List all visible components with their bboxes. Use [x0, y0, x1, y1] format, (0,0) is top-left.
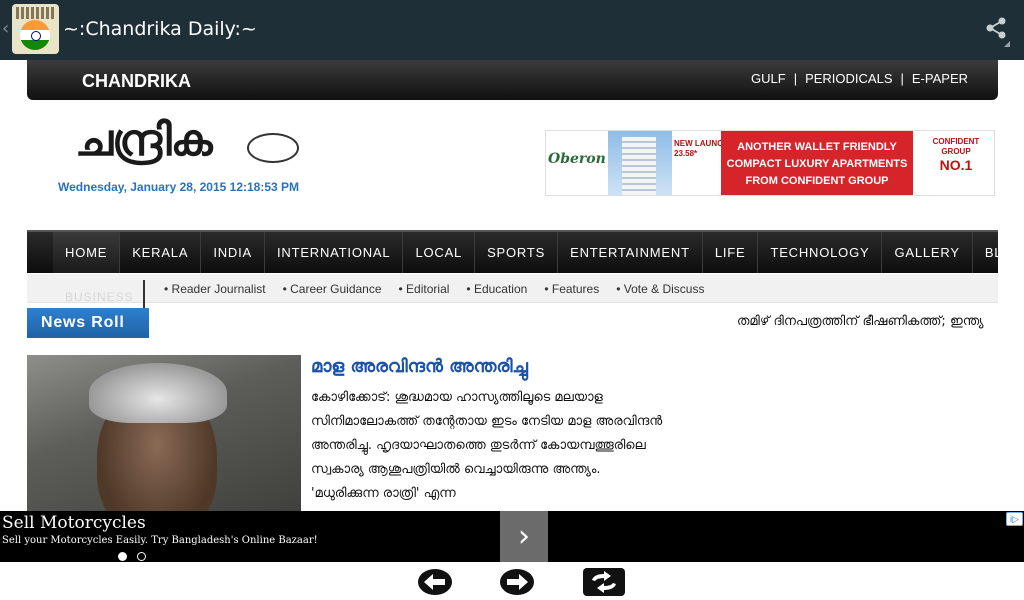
- news-ticker[interactable]: തമിഴ് ദിനപത്രത്തിന് ഭീഷണികത്ത്; ഇന്ത്യ: [737, 314, 999, 332]
- top-links: GULF | PERIODICALS | E-PAPER: [751, 71, 968, 86]
- nav-kerala[interactable]: KERALA: [120, 232, 202, 273]
- news-roll-label: News Roll: [27, 308, 149, 338]
- nav-international[interactable]: INTERNATIONAL: [265, 232, 404, 273]
- refresh-icon[interactable]: [582, 567, 626, 597]
- nav-business[interactable]: BUSINESS: [65, 290, 134, 304]
- nav-entertainment[interactable]: ENTERTAINMENT: [558, 232, 703, 273]
- nav-home[interactable]: HOME: [53, 232, 121, 273]
- link-periodicals[interactable]: PERIODICALS: [805, 71, 892, 86]
- ad-headline: ANOTHER WALLET FRIENDLY COMPACT LUXURY A…: [721, 131, 913, 195]
- pager-dot-active[interactable]: [118, 552, 127, 561]
- article-photo[interactable]: [27, 355, 301, 515]
- current-datetime: Wednesday, January 28, 2015 12:18:53 PM: [58, 180, 300, 194]
- logo-text: ചന്ദ്രിക: [75, 115, 213, 166]
- nav-sports[interactable]: SPORTS: [475, 232, 559, 273]
- back-arrow-icon[interactable]: [416, 567, 454, 597]
- sub-editorial[interactable]: • Editorial: [399, 282, 450, 296]
- sub-nav: BUSINESS • Reader Journalist • Career Gu…: [27, 274, 998, 312]
- link-separator: |: [900, 71, 904, 86]
- nav-gallery[interactable]: GALLERY: [882, 232, 973, 273]
- app-title: ~:Chandrika Daily:~: [63, 18, 257, 40]
- bottom-navigation: [0, 562, 1024, 600]
- article-body: കോഴിക്കോട്: ശുദ്ധമായ ഹാസ്യത്തിലൂടെ മലയാള…: [311, 390, 663, 501]
- site-logo[interactable]: ചന്ദ്രിക: [75, 115, 315, 179]
- sub-vote-discuss[interactable]: • Vote & Discuss: [616, 282, 704, 296]
- nav-blogs[interactable]: BLOGS: [973, 232, 1024, 273]
- sub-features[interactable]: • Features: [544, 282, 599, 296]
- ad-right-tag: NO.1: [939, 157, 973, 173]
- ad-text: Sell your Motorcycles Easily. Try Bangla…: [2, 535, 318, 546]
- article-title[interactable]: മാള അരവിന്ദൻ അന്തരിച്ചു: [311, 356, 528, 377]
- ad-brand: Oberon: [548, 151, 606, 167]
- nav-life[interactable]: LIFE: [703, 232, 759, 273]
- main-nav: HOME KERALA INDIA INTERNATIONAL LOCAL SP…: [27, 230, 1024, 273]
- sub-nav-items: • Reader Journalist • Career Guidance • …: [164, 282, 704, 296]
- sub-education[interactable]: • Education: [466, 282, 527, 296]
- bottom-ad[interactable]: Sell Motorcycles Sell your Motorcycles E…: [0, 511, 1024, 562]
- ad-pager: [118, 552, 146, 561]
- site-top-bar: CHANDRIKA GULF | PERIODICALS | E-PAPER: [27, 60, 998, 100]
- ad-headline-line: ANOTHER WALLET FRIENDLY: [737, 141, 897, 153]
- link-gulf[interactable]: GULF: [751, 71, 786, 86]
- app-logo-icon[interactable]: [12, 4, 59, 54]
- banner-ad[interactable]: Oberon NEW LAUNCH 23.58* ANOTHER WALLET …: [545, 130, 995, 196]
- building-image: [608, 131, 672, 195]
- ad-headline-line: FROM CONFIDENT GROUP: [745, 175, 889, 187]
- app-action-bar: ‹ ~:Chandrika Daily:~: [0, 0, 1024, 60]
- pager-dot[interactable]: [137, 552, 146, 561]
- link-separator: |: [793, 71, 798, 86]
- sub-career-guidance[interactable]: • Career Guidance: [283, 282, 382, 296]
- forward-arrow-icon[interactable]: [498, 567, 536, 597]
- site-brand[interactable]: CHANDRIKA: [82, 71, 191, 92]
- link-e-paper[interactable]: E-PAPER: [912, 71, 968, 86]
- share-icon[interactable]: [982, 14, 1016, 48]
- back-icon[interactable]: ‹: [2, 18, 9, 39]
- ad-right-brand-name: CONFIDENT GROUP: [932, 137, 980, 156]
- emblem-icon: [247, 133, 299, 163]
- nav-local[interactable]: LOCAL: [403, 232, 476, 273]
- ad-headline-line: COMPACT LUXURY APARTMENTS: [726, 158, 908, 170]
- sub-reader-journalist[interactable]: • Reader Journalist: [164, 282, 266, 296]
- ad-next-button[interactable]: ›: [500, 511, 548, 562]
- nav-items: HOME KERALA INDIA INTERNATIONAL LOCAL SP…: [53, 232, 1024, 273]
- ad-title: Sell Motorcycles: [2, 513, 146, 533]
- ad-right-brand: CONFIDENT GROUP NO.1: [918, 137, 994, 173]
- ad-info-icon[interactable]: i▷: [1006, 512, 1023, 526]
- nav-india[interactable]: INDIA: [201, 232, 265, 273]
- nav-technology[interactable]: TECHNOLOGY: [758, 232, 883, 273]
